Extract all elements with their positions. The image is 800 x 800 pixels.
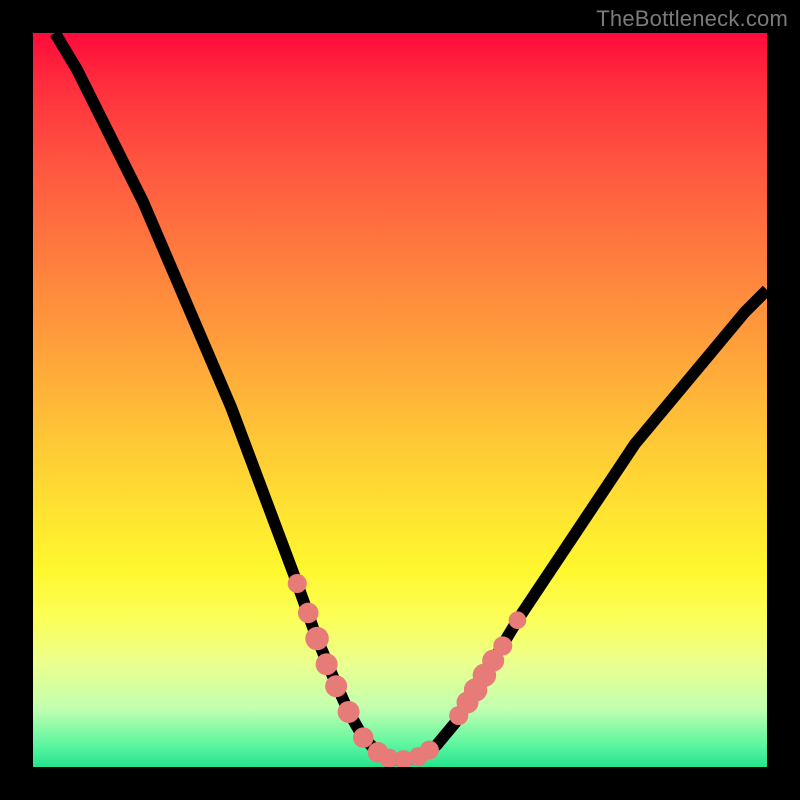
marker-dot — [298, 603, 319, 624]
watermark-text: TheBottleneck.com — [596, 6, 788, 32]
marker-dot — [493, 636, 512, 655]
chart-svg — [33, 33, 767, 767]
marker-dot — [509, 611, 527, 629]
marker-dot — [353, 727, 374, 748]
marker-dot — [420, 741, 439, 760]
marker-dot — [325, 675, 347, 697]
marker-dot — [305, 627, 328, 650]
marker-dot — [338, 701, 360, 723]
chart-frame: TheBottleneck.com — [0, 0, 800, 800]
marker-dot — [288, 574, 307, 593]
plot-area — [33, 33, 767, 767]
marker-group — [288, 574, 527, 767]
marker-dot — [316, 653, 338, 675]
bottleneck-curve — [55, 33, 767, 760]
